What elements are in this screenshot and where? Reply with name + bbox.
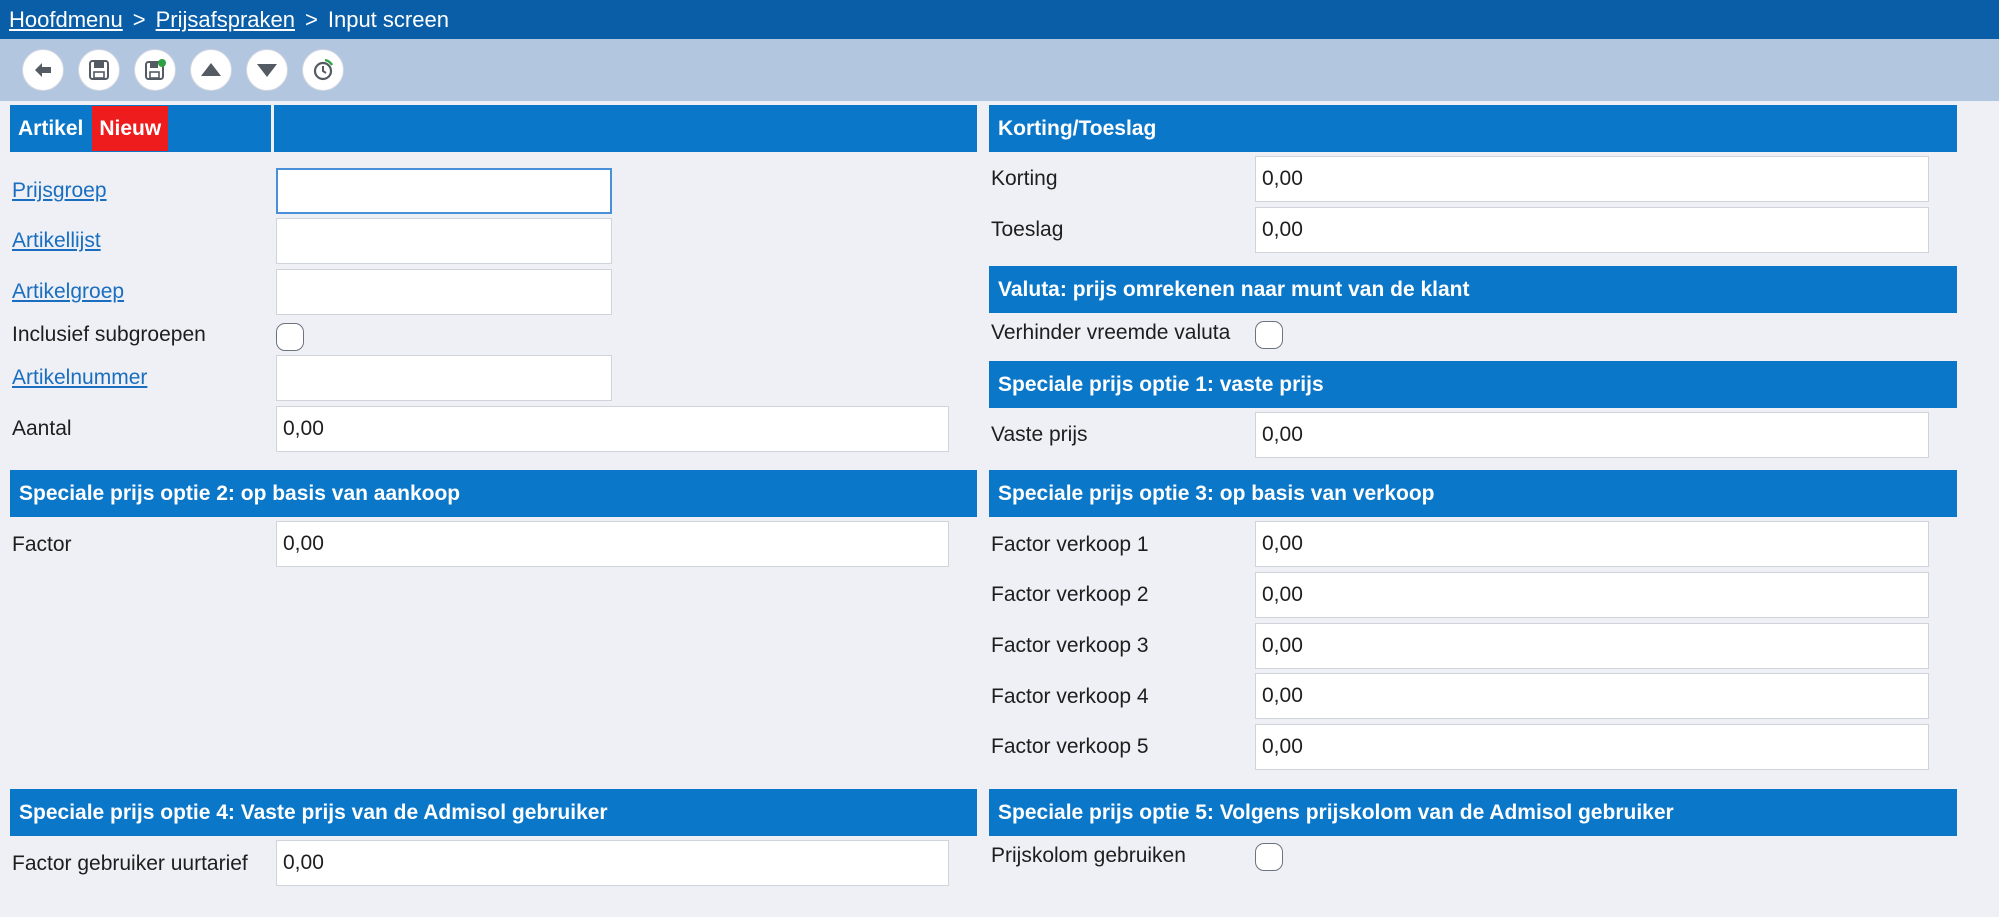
save-new-button[interactable] [134, 49, 176, 91]
factor-verkoop-2-label: Factor verkoop 2 [991, 583, 1149, 606]
save-button[interactable] [78, 49, 120, 91]
factor-verkoop-5-label: Factor verkoop 5 [991, 735, 1149, 758]
factor-input[interactable] [276, 521, 949, 567]
verhinder-valuta-label: Verhinder vreemde valuta [991, 321, 1231, 344]
back-icon [35, 63, 51, 77]
prijskolom-checkbox[interactable] [1255, 843, 1283, 871]
vaste-prijs-input[interactable] [1255, 412, 1929, 458]
back-button[interactable] [22, 49, 64, 91]
save-new-icon [145, 59, 166, 80]
prijskolom-label: Prijskolom gebruiken [991, 844, 1186, 867]
breadcrumb-prijsafspraken-link[interactable]: Prijsafspraken [156, 7, 295, 33]
vaste-prijs-label: Vaste prijs [991, 423, 1088, 446]
optie5-section-header: Speciale prijs optie 5: Volgens prijskol… [989, 789, 1957, 836]
korting-section-header: Korting/Toeslag [989, 105, 1957, 152]
factor-label: Factor [12, 533, 72, 556]
verhinder-valuta-checkbox[interactable] [1255, 321, 1283, 349]
breadcrumb-current: Input screen [327, 6, 449, 32]
factor-gebruiker-input[interactable] [276, 840, 949, 886]
factor-gebruiker-label: Factor gebruiker uurtarief [12, 852, 248, 875]
toeslag-input[interactable] [1255, 207, 1929, 253]
factor-verkoop-1-input[interactable] [1255, 521, 1929, 567]
artikelgroep-link[interactable]: Artikelgroep [12, 277, 124, 307]
breadcrumb-home-link[interactable]: Hoofdmenu [9, 7, 123, 33]
factor-verkoop-5-input[interactable] [1255, 724, 1929, 770]
subgroepen-label: Inclusief subgroepen [12, 323, 206, 346]
subgroepen-checkbox[interactable] [276, 323, 304, 351]
prijsgroep-link[interactable]: Prijsgroep [12, 176, 107, 206]
aantal-input[interactable] [276, 406, 949, 452]
artikel-header-right [274, 105, 977, 152]
breadcrumb: Hoofdmenu > Prijsafspraken > Input scree… [0, 0, 1999, 39]
factor-verkoop-4-label: Factor verkoop 4 [991, 685, 1149, 708]
artikelnummer-input[interactable] [276, 355, 612, 401]
artikel-title: Artikel [18, 116, 84, 140]
arrow-up-icon [201, 63, 221, 76]
optie2-section-header: Speciale prijs optie 2: op basis van aan… [10, 470, 977, 517]
artikellijst-link[interactable]: Artikellijst [12, 226, 101, 256]
artikellijst-input[interactable] [276, 218, 612, 264]
korting-label: Korting [991, 167, 1058, 190]
artikel-header-left: Artikel Nieuw [10, 105, 271, 152]
optie3-section-header: Speciale prijs optie 3: op basis van ver… [989, 470, 1957, 517]
artikelnummer-link[interactable]: Artikelnummer [12, 363, 147, 393]
new-badge: Nieuw [92, 106, 169, 151]
optie1-section-header: Speciale prijs optie 1: vaste prijs [989, 361, 1957, 408]
aantal-label: Aantal [12, 417, 72, 440]
artikelgroep-input[interactable] [276, 269, 612, 315]
artikel-section-header: Artikel Nieuw [10, 105, 977, 152]
valuta-section-header: Valuta: prijs omrekenen naar munt van de… [989, 266, 1957, 313]
history-button[interactable] [302, 49, 344, 91]
factor-verkoop-3-input[interactable] [1255, 623, 1929, 669]
toolbar [0, 39, 1999, 101]
move-down-button[interactable] [246, 49, 288, 91]
prijsgroep-input[interactable] [276, 168, 612, 214]
save-icon [89, 60, 109, 80]
toeslag-label: Toeslag [991, 218, 1064, 241]
history-icon [313, 58, 334, 81]
breadcrumb-separator: > [305, 6, 318, 32]
optie4-section-header: Speciale prijs optie 4: Vaste prijs van … [10, 789, 977, 836]
move-up-button[interactable] [190, 49, 232, 91]
factor-verkoop-1-label: Factor verkoop 1 [991, 533, 1149, 556]
factor-verkoop-2-input[interactable] [1255, 572, 1929, 618]
factor-verkoop-3-label: Factor verkoop 3 [991, 634, 1149, 657]
factor-verkoop-4-input[interactable] [1255, 673, 1929, 719]
breadcrumb-separator: > [132, 6, 146, 32]
arrow-down-icon [257, 64, 277, 77]
korting-input[interactable] [1255, 156, 1929, 202]
